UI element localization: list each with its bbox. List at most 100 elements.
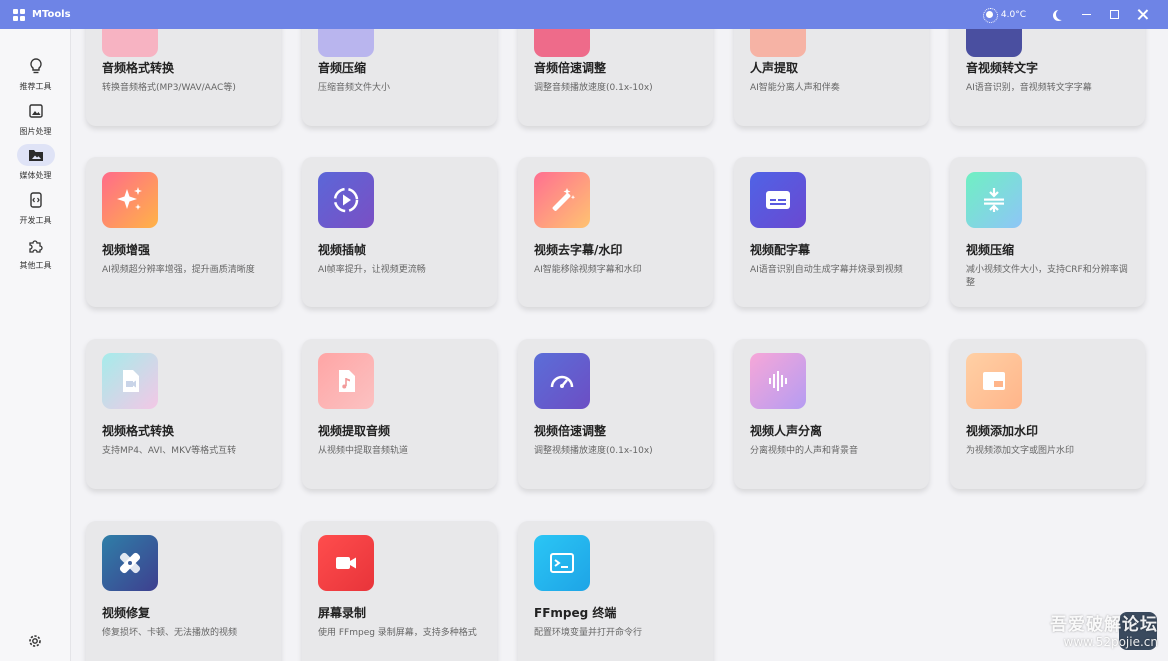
tool-card-desc: 为视频添加文字或图片水印 [966,446,1075,456]
minimize-icon [1081,13,1091,16]
tool-card-screen-record[interactable]: 屏幕录制 使用 FFmpeg 录制屏幕，支持多种格式 [302,521,497,661]
gear-icon [29,635,41,647]
weather-widget[interactable]: 4.0°C [982,8,1026,23]
app-logo-icon [13,8,25,21]
tool-card-desc: 从视频中提取音频轨道 [318,446,409,456]
tool-card-audio-compress[interactable]: 音频压缩 压缩音频文件大小 [302,29,497,126]
audio-file-icon [318,353,374,409]
sidebar-item-image[interactable]: 图片处理 [0,100,71,137]
tool-card-title: 视频去字幕/水印 [534,243,623,257]
tool-card-add-subtitles[interactable]: 视频配字幕 AI语音识别自动生成字幕并烧录到视频 [734,157,929,307]
tool-card-desc: AI语音识别，音视频转文字字幕 [966,83,1092,93]
tool-card-video-compress[interactable]: 视频压缩 减小视频文件大小，支持CRF和分辨率调整 [950,157,1145,307]
watermark-line2: www.52pojie.cn [1063,635,1158,649]
audio-format-icon [102,29,158,57]
tool-card-frame-interp[interactable]: 视频插帧 AI帧率提升，让视频更流畅 [302,157,497,307]
tool-card-desc: AI帧率提升，让视频更流畅 [318,265,426,275]
tool-card-title: 视频格式转换 [102,424,175,438]
tool-card-video-repair[interactable]: 视频修复 修复损坏、卡顿、无法播放的视频 [86,521,281,661]
tool-card-desc: 使用 FFmpeg 录制屏幕，支持多种格式 [318,628,477,638]
title-bar: MTools 4.0°C [0,0,1168,29]
tool-card-desc: 转换音频格式(MP3/WAV/AAC等) [102,83,236,93]
app-title: MTools [32,9,71,20]
sidebar: 推荐工具 图片处理 媒体处理 开发工具 其他工具 [0,29,71,661]
tool-card-title: 音频格式转换 [102,61,175,75]
sidebar-item-dev[interactable]: 开发工具 [0,189,71,226]
tool-card-add-watermark[interactable]: 视频添加水印 为视频添加文字或图片水印 [950,339,1145,489]
video-file-icon [102,353,158,409]
magic-wand-icon [534,172,590,228]
tool-card-video-enhance[interactable]: 视频增强 AI视频超分辨率增强，提升画质清晰度 [86,157,281,307]
tool-card-desc: 调整音频播放速度(0.1x-10x) [534,83,653,93]
vocal-extract-icon [750,29,806,57]
subtitles-icon [750,172,806,228]
sparkle-icon [102,172,158,228]
tool-card-audio-format[interactable]: 音频格式转换 转换音频格式(MP3/WAV/AAC等) [86,29,281,126]
tool-card-title: 视频添加水印 [966,424,1039,438]
waveform-icon [750,353,806,409]
tool-card-title: 视频倍速调整 [534,424,607,438]
close-icon [1137,9,1148,20]
sidebar-item-label: 其他工具 [19,261,52,270]
maximize-button[interactable] [1100,0,1128,29]
tool-card-desc: 配置环境变量并打开命令行 [534,628,643,638]
tool-card-speech-to-text[interactable]: 音视频转文字 AI语音识别，音视频转文字字幕 [950,29,1145,126]
audio-compress-icon [318,29,374,57]
temperature-text: 4.0°C [1000,9,1026,20]
compress-icon [966,172,1022,228]
tool-card-title: 视频插帧 [318,243,367,257]
tool-card-vocal-extract[interactable]: 人声提取 AI智能分离人声和伴奏 [734,29,929,126]
tool-card-desc: 修复损坏、卡顿、无法播放的视频 [102,628,238,638]
tool-card-title: FFmpeg 终端 [534,606,617,620]
tool-card-desc: AI语音识别自动生成字幕并烧录到视频 [750,265,903,275]
sidebar-item-label: 媒体处理 [19,171,52,180]
tool-card-title: 视频人声分离 [750,424,823,438]
tool-card-title: 视频增强 [102,243,151,257]
tool-card-title: 视频提取音频 [318,424,391,438]
tool-card-title: 视频配字幕 [750,243,811,257]
tool-card-title: 人声提取 [750,61,799,75]
sidebar-item-label: 图片处理 [19,127,52,136]
tool-card-title: 音视频转文字 [966,61,1039,75]
speech-to-text-icon [966,29,1022,57]
image-icon [28,104,43,118]
tool-card-title: 视频修复 [102,606,151,620]
play-circle-icon [318,172,374,228]
sidebar-item-media[interactable]: 媒体处理 [0,144,71,181]
tool-card-video-format[interactable]: 视频格式转换 支持MP4、AVI、MKV等格式互转 [86,339,281,489]
theme-toggle-button[interactable] [1044,0,1072,29]
tool-card-extract-audio[interactable]: 视频提取音频 从视频中提取音频轨道 [302,339,497,489]
speedometer-icon [534,353,590,409]
sidebar-item-label: 推荐工具 [19,82,52,91]
moon-icon [1056,9,1067,20]
tool-card-audio-speed[interactable]: 音频倍速调整 调整音频播放速度(0.1x-10x) [518,29,713,126]
tool-grid: 音频格式转换 转换音频格式(MP3/WAV/AAC等) 音频压缩 压缩音频文件大… [72,29,1168,661]
tool-card-desc: AI智能移除视频字幕和水印 [534,265,642,275]
terminal-icon [534,535,590,591]
tool-card-title: 视频压缩 [966,243,1015,257]
sidebar-item-label: 开发工具 [19,216,52,225]
settings-button[interactable] [27,633,43,649]
tool-card-desc: AI视频超分辨率增强，提升画质清晰度 [102,265,255,275]
audio-speed-icon [534,29,590,57]
dev-tools-icon [29,192,42,208]
tool-card-desc: 压缩音频文件大小 [318,83,391,93]
media-folder-icon [28,150,43,161]
watermark-overlay: 吾爱破解论坛 www.52pojie.cn [1050,610,1158,649]
tool-card-vocal-separate[interactable]: 视频人声分离 分离视频中的人声和背景音 [734,339,929,489]
minimize-button[interactable] [1072,0,1100,29]
tool-card-desc: AI智能分离人声和伴奏 [750,83,840,93]
watermark-icon [966,353,1022,409]
tool-card-video-speed[interactable]: 视频倍速调整 调整视频播放速度(0.1x-10x) [518,339,713,489]
maximize-icon [1109,10,1119,19]
sidebar-item-recommended[interactable]: 推荐工具 [0,55,71,92]
tool-card-desc: 调整视频播放速度(0.1x-10x) [534,446,653,456]
tool-card-ffmpeg-terminal[interactable]: FFmpeg 终端 配置环境变量并打开命令行 [518,521,713,661]
close-button[interactable] [1128,0,1156,29]
watermark-line1: 吾爱破解论坛 [1050,615,1158,635]
tool-card-title: 音频倍速调整 [534,61,607,75]
camera-icon [318,535,374,591]
tool-card-remove-watermark[interactable]: 视频去字幕/水印 AI智能移除视频字幕和水印 [518,157,713,307]
repair-icon [102,535,158,591]
sidebar-item-other[interactable]: 其他工具 [0,234,71,271]
